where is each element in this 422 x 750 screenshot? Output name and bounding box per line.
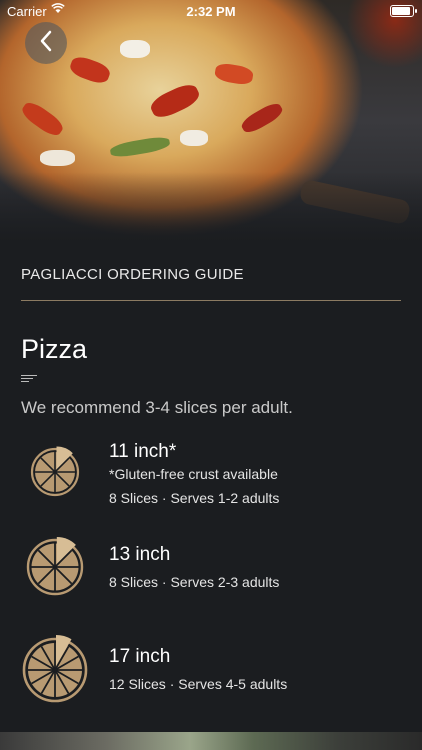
size-slices: 8 Slices · Serves 1-2 adults — [109, 490, 280, 506]
size-note: *Gluten-free crust available — [109, 466, 278, 482]
guide-title: PAGLIACCI ORDERING GUIDE — [21, 266, 244, 283]
back-button[interactable] — [25, 22, 67, 64]
battery-icon — [390, 5, 417, 17]
size-name: 13 inch — [109, 544, 171, 565]
divider — [21, 300, 401, 301]
size-slices: 8 Slices · Serves 2-3 adults — [109, 574, 280, 590]
pizza-12-slice-icon — [21, 632, 89, 709]
pizza-8-slice-icon — [25, 537, 85, 602]
footer-image — [0, 732, 422, 750]
menu-lines-icon — [21, 375, 37, 383]
status-time: 2:32 PM — [186, 4, 236, 19]
status-bar: Carrier 2:32 PM — [0, 0, 422, 22]
chevron-left-icon — [39, 30, 53, 57]
size-name: 17 inch — [109, 646, 171, 667]
pizza-8-slice-icon — [29, 446, 81, 503]
size-name: 11 inch* — [109, 441, 177, 462]
recommendation-text: We recommend 3-4 slices per adult. — [21, 398, 293, 417]
section-title: Pizza — [21, 334, 88, 364]
size-slices: 12 Slices · Serves 4-5 adults — [109, 676, 288, 692]
